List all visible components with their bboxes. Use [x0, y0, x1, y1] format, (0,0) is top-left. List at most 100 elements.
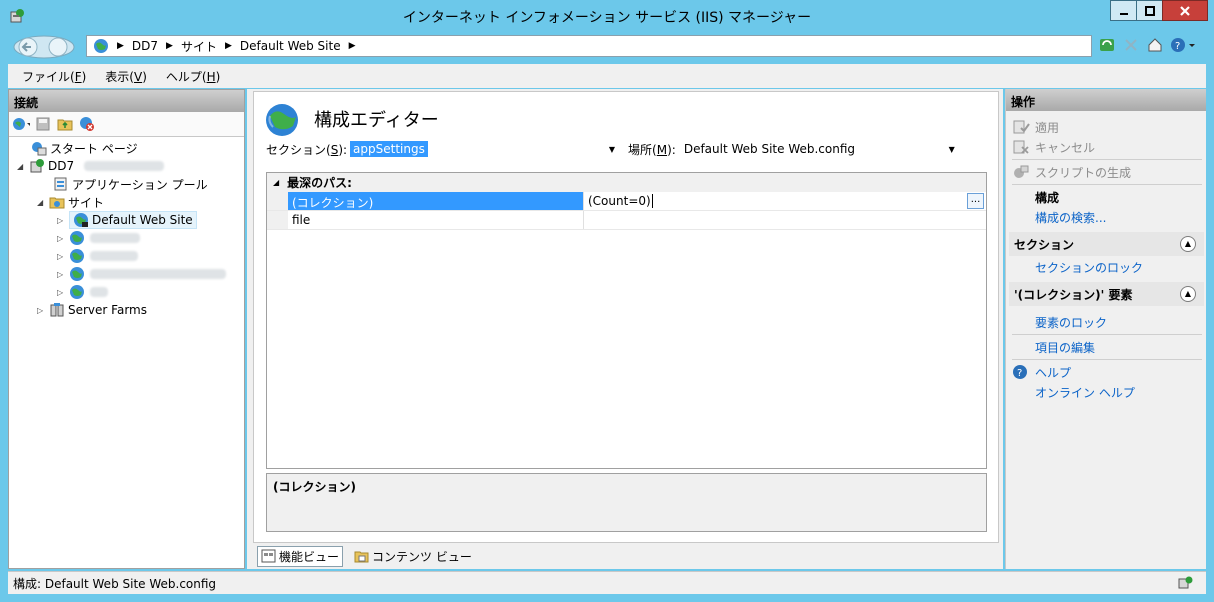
tree-site-3[interactable]: ▷: [57, 247, 138, 265]
collapse-up-icon[interactable]: ▲: [1180, 236, 1196, 252]
home-icon: [1148, 38, 1162, 52]
close-button[interactable]: [1162, 0, 1208, 21]
grid-row-key[interactable]: file: [288, 211, 584, 229]
breadcrumb-server[interactable]: DD7: [132, 39, 158, 53]
from-label-text: 場所(: [628, 142, 657, 157]
address-bar[interactable]: ▶ DD7 ▶ サイト ▶ Default Web Site ▶: [86, 35, 1092, 57]
collapse-arrow-icon[interactable]: ◢: [273, 178, 279, 187]
save-button[interactable]: [34, 115, 52, 133]
menu-view[interactable]: 表示(V): [105, 68, 147, 85]
website-globe-icon: [70, 285, 84, 299]
tree-server-dd7[interactable]: ◢ DD7: [17, 157, 165, 175]
chevron-right-icon: ▶: [117, 41, 124, 51]
configuration-editor: 構成エディター セクション(S): appSettings ▼ 場所(M): D…: [253, 91, 999, 543]
chevron-right-icon: ▶: [348, 41, 356, 51]
help-icon: ?: [1171, 38, 1195, 52]
action-lock-element[interactable]: 要素のロック: [1006, 312, 1207, 332]
actions-header: 操作: [1006, 89, 1206, 111]
disconnect-button[interactable]: [78, 115, 96, 133]
menu-view-tail: ): [142, 69, 147, 84]
section-dropdown[interactable]: appSettings ▼: [349, 138, 621, 160]
expand-arrow-icon[interactable]: ▷: [57, 234, 67, 243]
location-dropdown[interactable]: Default Web Site Web.config ▼: [679, 138, 960, 160]
up-folder-button[interactable]: [56, 115, 74, 133]
start-page-icon: [32, 142, 47, 156]
tab-content-view[interactable]: コンテンツ ビュー: [351, 547, 475, 566]
from-label-tail: ):: [667, 142, 676, 157]
help-icon: ?: [1013, 365, 1027, 379]
divider: [1012, 159, 1202, 160]
grid-row-collection[interactable]: (コレクション) (Count=0)​ ...: [267, 192, 986, 211]
action-lock-section[interactable]: セクションのロック: [1006, 257, 1207, 277]
tree-app-pools[interactable]: アプリケーション プール: [53, 175, 208, 193]
collection-group-header[interactable]: '(コレクション)' 要素 ▲: [1009, 282, 1204, 306]
action-help[interactable]: ? ヘルプ: [1006, 362, 1207, 382]
grid-row-key[interactable]: (コレクション): [288, 192, 584, 210]
connections-toolbar: [9, 112, 244, 137]
tree-server-farms[interactable]: ▷ Server Farms: [37, 301, 147, 319]
home-button[interactable]: [1146, 36, 1164, 54]
tree-start-page[interactable]: スタート ページ: [31, 139, 138, 157]
maximize-icon: [1144, 5, 1155, 16]
from-label: 場所(M):: [628, 141, 676, 158]
folder-up-icon: [57, 119, 73, 131]
section-label: セクション(S):: [266, 141, 347, 158]
from-label-accel: M: [656, 142, 668, 157]
redacted-text: [84, 161, 165, 171]
action-apply[interactable]: 適用: [1006, 117, 1207, 137]
action-generate-script[interactable]: スクリプトの生成: [1006, 162, 1207, 182]
tree-site-2[interactable]: ▷: [57, 229, 140, 247]
connect-button[interactable]: [12, 115, 30, 133]
refresh-button[interactable]: [1098, 36, 1116, 54]
tree-default-web-site-selected[interactable]: Default Web Site: [69, 211, 197, 229]
tree-site-4[interactable]: ▷: [57, 265, 226, 283]
connections-pane: 接続 スタート ページ ◢ DD7 アプリケーション プール ◢ サイト ▷ D…: [8, 89, 245, 569]
expand-arrow-icon[interactable]: ▷: [37, 306, 47, 315]
minimize-button[interactable]: [1110, 0, 1137, 21]
tab-features-view[interactable]: 機能ビュー: [257, 545, 344, 567]
divider: [1012, 359, 1202, 360]
tree-site-5[interactable]: ▷: [57, 283, 108, 301]
menu-view-label: 表示(: [105, 69, 134, 84]
redacted-text: [90, 233, 140, 243]
configuration-editor-globe-icon: [266, 104, 298, 136]
tree-sites[interactable]: ◢ サイト: [37, 193, 104, 211]
chevron-right-icon: ▶: [224, 41, 232, 51]
breadcrumb-sites[interactable]: サイト: [181, 38, 217, 55]
stop-button[interactable]: [1122, 36, 1140, 54]
nav-toolbar: ?: [1098, 36, 1196, 54]
tree-default-web-site[interactable]: ▷ Default Web Site: [57, 211, 197, 229]
tab-features-view-label: 機能ビュー: [279, 549, 340, 564]
grid-row-value[interactable]: (Count=0)​ ...: [584, 192, 986, 210]
dropdown-arrow-icon: ▼: [948, 144, 955, 154]
menu-help[interactable]: ヘルプ(H): [166, 68, 220, 85]
expand-arrow-icon[interactable]: ▷: [57, 216, 67, 225]
breadcrumb-default-site[interactable]: Default Web Site: [240, 39, 341, 53]
action-help-label: ヘルプ: [1035, 365, 1072, 380]
action-cancel[interactable]: キャンセル: [1006, 137, 1207, 157]
forward-button[interactable]: [48, 37, 68, 57]
maximize-button[interactable]: [1136, 0, 1163, 21]
collapse-up-icon[interactable]: ▲: [1180, 286, 1196, 302]
menu-help-accel: H: [206, 69, 216, 84]
grid-row-file[interactable]: file: [267, 211, 986, 230]
help-menu-button[interactable]: ?: [1170, 36, 1196, 54]
svg-text:?: ?: [1017, 368, 1022, 379]
action-online-help[interactable]: オンライン ヘルプ: [1006, 382, 1207, 402]
collapse-arrow-icon[interactable]: ◢: [17, 162, 27, 171]
section-group-header[interactable]: セクション ▲: [1009, 232, 1204, 256]
expand-arrow-icon[interactable]: ▷: [57, 288, 67, 297]
server-icon: [30, 159, 44, 173]
menu-file[interactable]: ファイル(F): [22, 68, 86, 85]
iis-manager-window: インターネット インフォメーション サービス (IIS) マネージャー ▶ DD…: [0, 0, 1214, 602]
action-search-configuration[interactable]: 構成の検索...: [1006, 207, 1207, 227]
grid-row-value[interactable]: [584, 211, 986, 229]
expand-arrow-icon[interactable]: ▷: [57, 270, 67, 279]
menu-help-label: ヘルプ(: [165, 69, 207, 84]
ellipsis-button[interactable]: ...: [967, 193, 984, 209]
collapse-arrow-icon[interactable]: ◢: [37, 198, 47, 207]
expand-arrow-icon[interactable]: ▷: [57, 252, 67, 261]
action-edit-items[interactable]: 項目の編集: [1006, 337, 1207, 357]
grid-category[interactable]: ◢ 最深のパス:: [267, 173, 986, 192]
action-apply-label: 適用: [1035, 120, 1060, 135]
